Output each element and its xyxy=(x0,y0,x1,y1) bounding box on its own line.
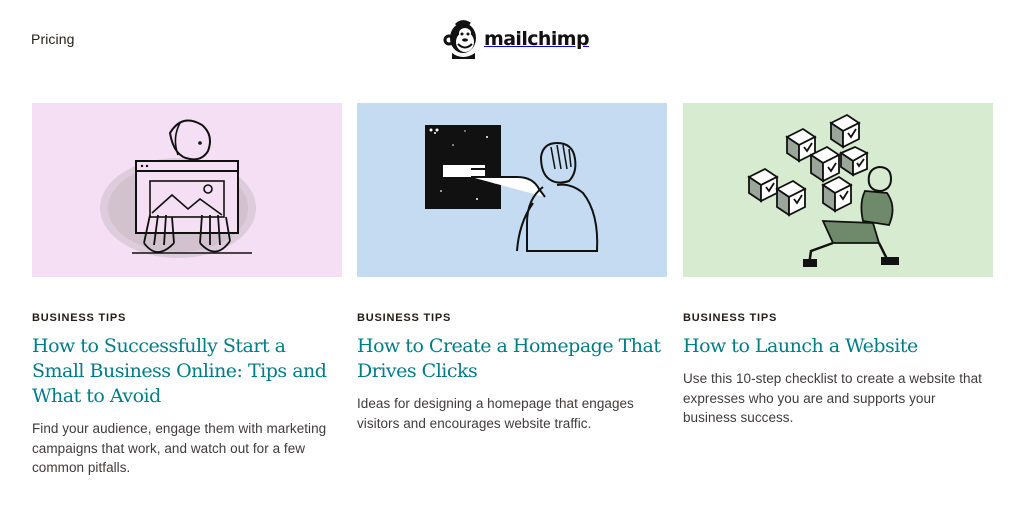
nav-pricing-link[interactable]: Pricing xyxy=(31,31,75,47)
logo-wordmark: mailchimp xyxy=(484,27,590,50)
article-card-image[interactable] xyxy=(32,103,342,277)
person-pointing-at-screen-illustration xyxy=(357,103,667,277)
article-category: BUSINESS TIPS xyxy=(357,312,452,324)
article-description: Ideas for designing a homepage that enga… xyxy=(357,396,634,431)
article-title-link[interactable]: How to Create a Homepage That Drives Cli… xyxy=(357,334,667,384)
article-category: BUSINESS TIPS xyxy=(32,312,127,324)
person-peeking-over-laptop-illustration xyxy=(32,103,342,277)
article-card: BUSINESS TIPS How to Create a Homepage T… xyxy=(357,103,667,433)
mailchimp-logo[interactable]: mailchimp xyxy=(442,19,590,59)
article-description: Use this 10-step checklist to create a w… xyxy=(683,371,982,425)
article-card-image[interactable] xyxy=(683,103,993,277)
article-title-link[interactable]: How to Launch a Website xyxy=(683,334,993,359)
article-card: BUSINESS TIPS How to Successfully Start … xyxy=(32,103,342,478)
article-description: Find your audience, engage them with mar… xyxy=(32,421,327,475)
top-navigation: Pricing mailchimp xyxy=(0,0,1024,80)
page: Pricing mailchimp BUSINESS TIPS How to S… xyxy=(0,0,1024,509)
article-card-image[interactable] xyxy=(357,103,667,277)
freddie-monkey-icon xyxy=(442,19,480,59)
article-title-link[interactable]: How to Successfully Start a Small Busine… xyxy=(32,334,342,409)
article-category: BUSINESS TIPS xyxy=(683,312,778,324)
person-carrying-checkbox-cubes-illustration xyxy=(683,103,993,277)
article-card: BUSINESS TIPS How to Launch a Website Us… xyxy=(683,103,993,428)
